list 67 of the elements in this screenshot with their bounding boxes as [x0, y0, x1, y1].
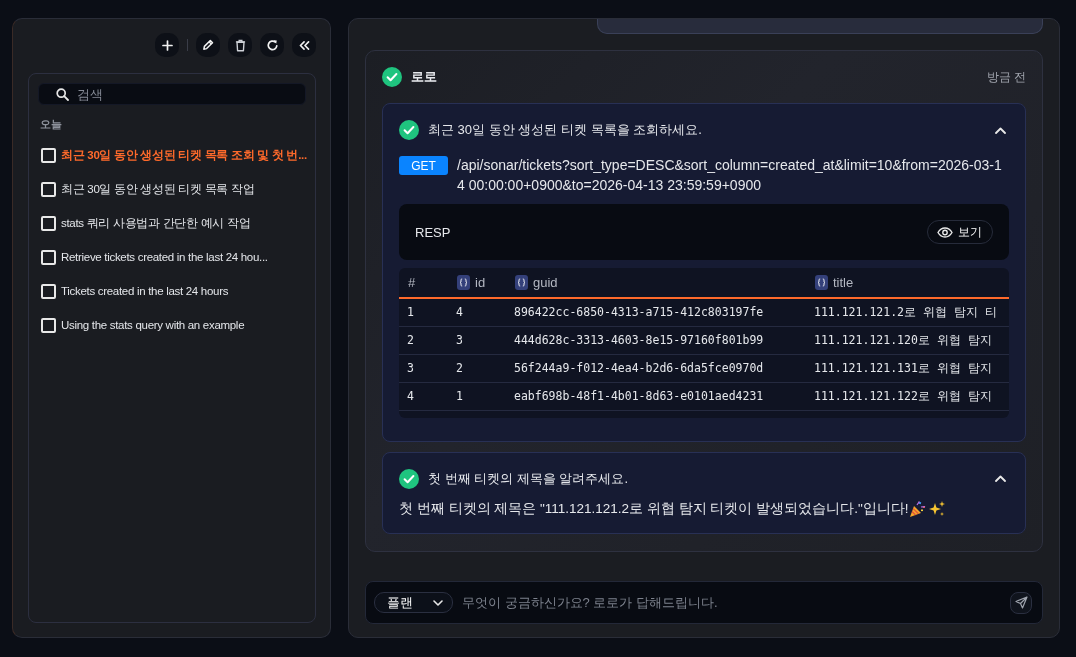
- table-cell: 56f244a9-f012-4ea4-b2d6-6da5fce0970d: [514, 361, 764, 375]
- conversation-item[interactable]: stats 쿼리 사용법과 간단한 예시 작업: [38, 213, 251, 233]
- send-button[interactable]: [1010, 591, 1032, 614]
- conversation-item[interactable]: Retrieve tickets created in the last 24 hou...: [38, 247, 268, 267]
- step-title: 최근 30일 동안 생성된 티켓 목록을 조회하세요.: [428, 121, 702, 139]
- table-cell: 2: [407, 333, 414, 347]
- mode-dropdown[interactable]: 플랜: [374, 592, 453, 613]
- collapse-sidebar-button[interactable]: [292, 33, 316, 57]
- chevron-up-icon: [994, 475, 1006, 482]
- sender-name: 로로: [411, 68, 437, 86]
- table-cell: 111.121.121.2로 위협 탐지 티: [814, 304, 997, 320]
- step-title: 첫 번째 티켓의 제목을 알려주세요.: [428, 469, 629, 488]
- table-cell: 111.121.121.131로 위협 탐지: [814, 360, 992, 376]
- party-popper-icon: [909, 499, 928, 518]
- table-cell: 3: [456, 333, 463, 347]
- checkbox[interactable]: [41, 181, 56, 197]
- checkbox[interactable]: [41, 147, 56, 163]
- column-header: guid: [533, 275, 558, 290]
- table-cell: 4: [456, 305, 463, 320]
- table-cell: 111.121.121.122로 위협 탐지: [814, 388, 992, 404]
- answer-text: 첫 번째 티켓의 제목은 "111.121.121.2로 위협 탐지 티켓이 발생되었습니다."입니다!: [399, 499, 909, 518]
- conversation-item[interactable]: Using the stats query with an example: [38, 315, 245, 335]
- column-header: #: [408, 275, 416, 290]
- braces-icon: [515, 275, 528, 290]
- plus-icon: [161, 39, 173, 51]
- edit-button[interactable]: [196, 33, 220, 57]
- refresh-button[interactable]: [260, 33, 284, 57]
- table-cell: 444d628c-3313-4603-8e15-97160f801b99: [514, 333, 764, 347]
- response-label: RESP: [415, 224, 451, 240]
- message-input[interactable]: 무엇이 궁금하신가요? 로로가 답해드립니다.: [462, 592, 1001, 613]
- caret-down-icon: [433, 599, 443, 606]
- column-header: title: [833, 275, 854, 290]
- chat-input-box[interactable]: 플랜 무엇이 궁금하신가요? 로로가 답해드립니다.: [365, 581, 1043, 624]
- delete-button[interactable]: [228, 33, 252, 57]
- conversation-item[interactable]: 최근 30일 동안 생성된 티켓 목록 작업: [38, 179, 255, 199]
- table-cell: 4: [407, 389, 414, 403]
- send-icon: [1014, 596, 1028, 609]
- table-cell: 2: [456, 361, 463, 375]
- conversation-item[interactable]: 최근 30일 동안 생성된 티켓 목록 조회 및 첫 번...: [38, 145, 307, 165]
- pencil-icon: [202, 39, 214, 51]
- new-chat-button[interactable]: [155, 33, 179, 57]
- table-cell: 1: [407, 305, 414, 320]
- search-field[interactable]: 검색: [38, 83, 306, 105]
- timestamp: 방금 전: [986, 68, 1026, 86]
- column-header: id: [475, 275, 486, 290]
- checkbox[interactable]: [41, 317, 56, 333]
- endpoint-path: /api/sonar/tickets?sort_type=DESC&sort_column=created_at&limit=10&from=2026-03-14 00:00:00+0900&to=2026-04-13 23:59:59+0900: [457, 156, 1003, 195]
- chevron-up-icon: [994, 126, 1006, 134]
- trash-icon: [234, 38, 246, 52]
- checkbox[interactable]: [41, 215, 56, 231]
- double-chevron-left-icon: [298, 40, 310, 50]
- eye-icon: [937, 226, 953, 238]
- table-cell: 111.121.121.120로 위협 탐지: [814, 332, 992, 348]
- table-cell: 896422cc-6850-4313-a715-412c803197fe: [514, 305, 764, 320]
- checkbox[interactable]: [41, 283, 56, 299]
- search-icon: [56, 87, 69, 101]
- method-badge: GET: [399, 156, 448, 175]
- braces-icon: [457, 275, 470, 290]
- table-cell: 1: [456, 389, 463, 403]
- table-cell: 3: [407, 361, 414, 375]
- checkbox[interactable]: [41, 249, 56, 265]
- group-label: 오늘: [40, 117, 62, 131]
- refresh-icon: [265, 38, 279, 52]
- search-input[interactable]: 검색: [77, 86, 305, 102]
- braces-icon: [815, 275, 828, 290]
- table-cell: eabf698b-48f1-4b01-8d63-e0101aed4231: [514, 389, 764, 403]
- conversation-item[interactable]: Tickets created in the last 24 hours: [38, 281, 229, 301]
